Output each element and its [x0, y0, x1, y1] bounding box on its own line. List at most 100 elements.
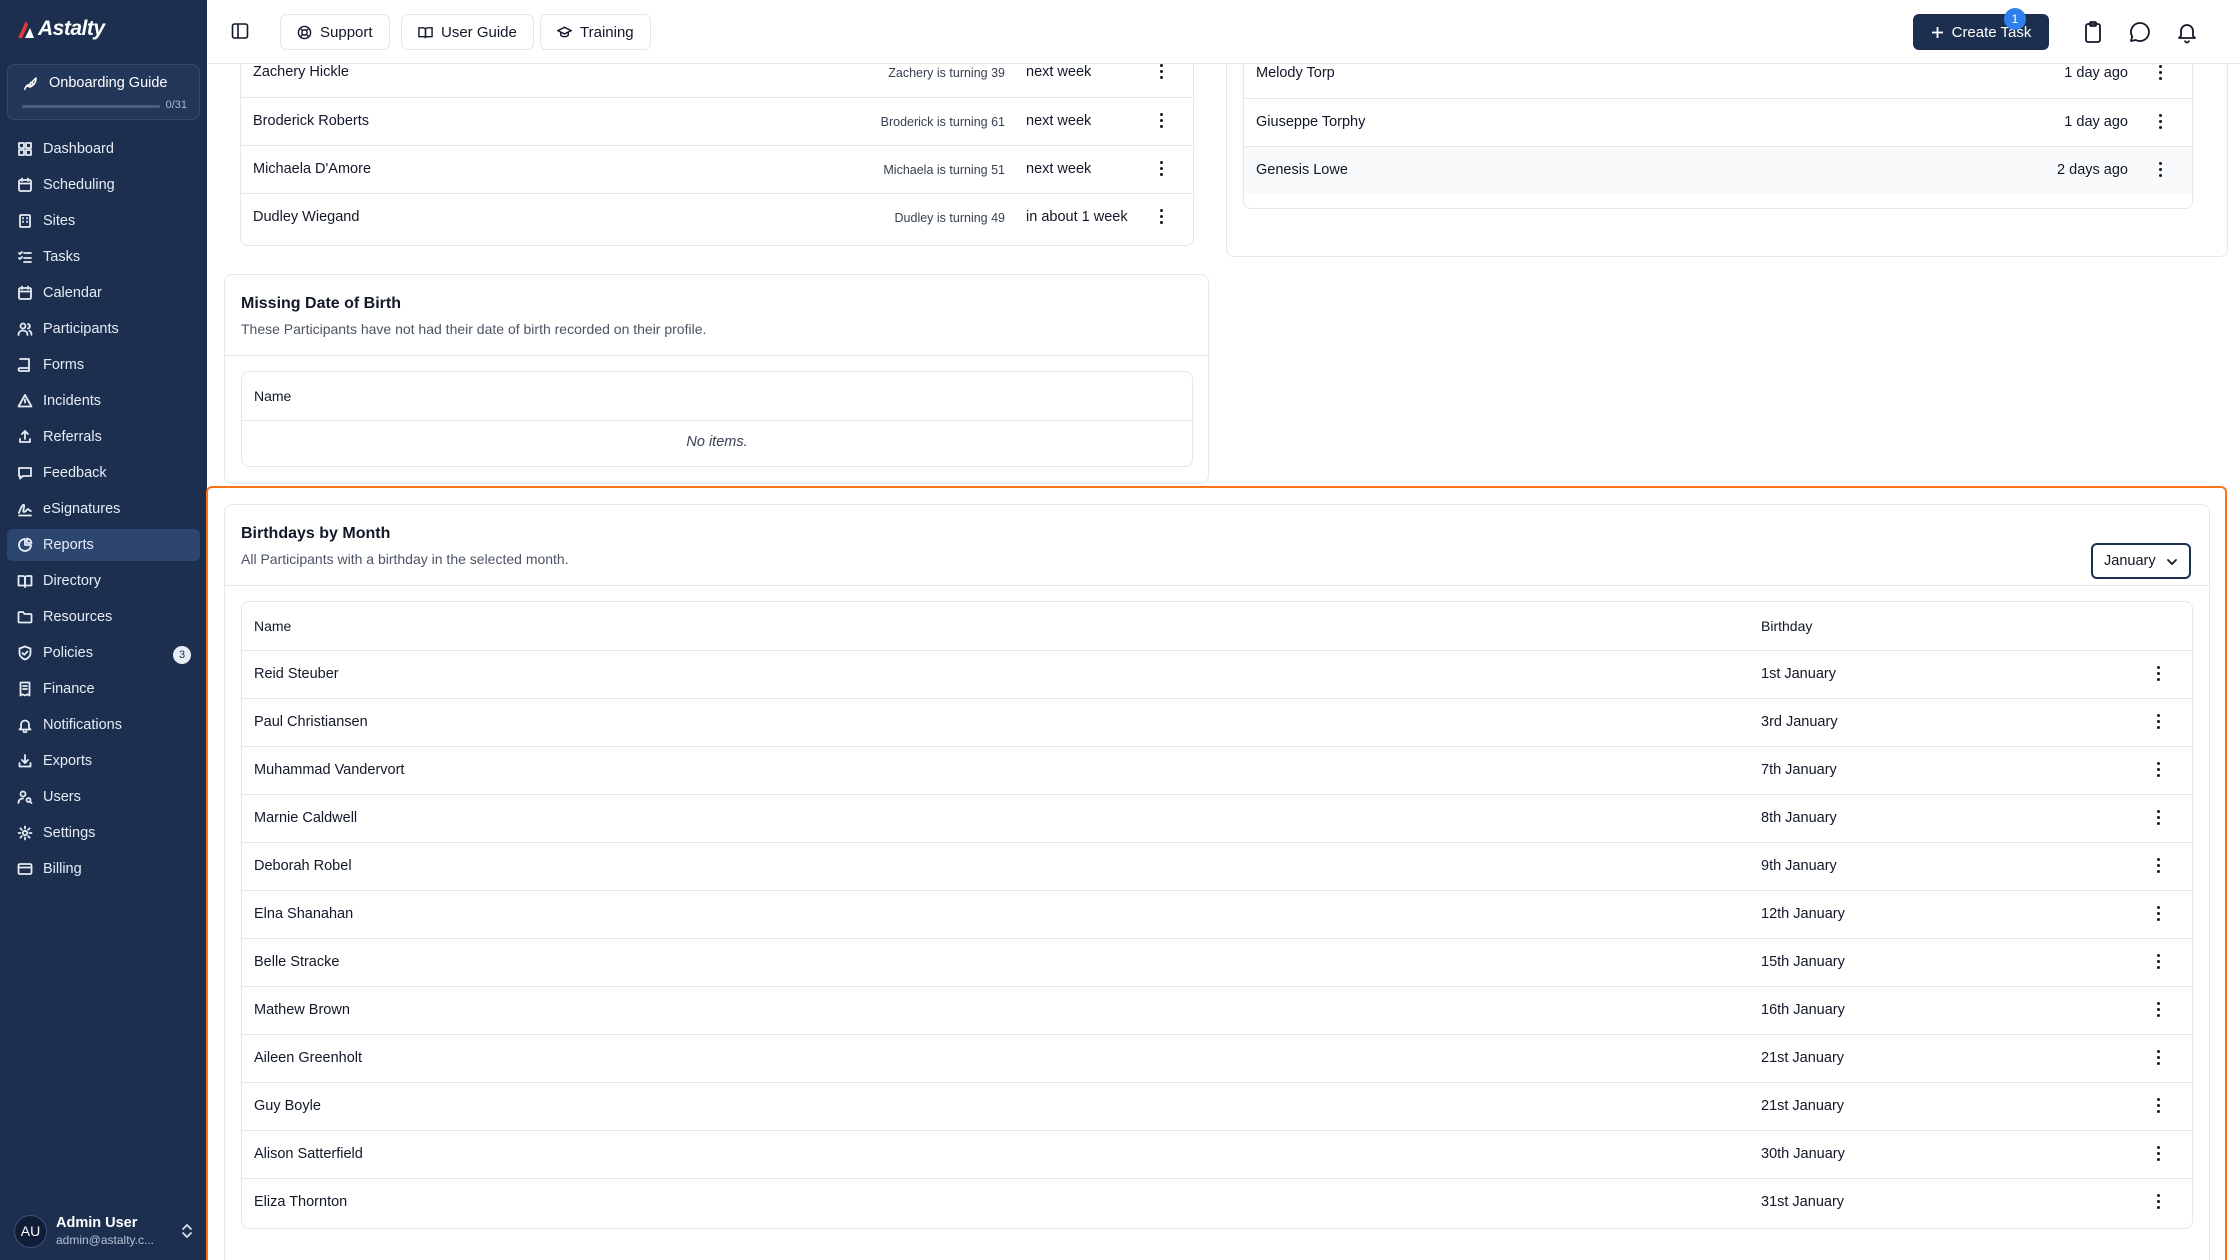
- table-row[interactable]: Marnie Caldwell 8th January: [242, 794, 2192, 842]
- support-label: Support: [320, 23, 373, 41]
- credit-card-icon: [17, 863, 33, 875]
- sidebar-item-forms[interactable]: Forms: [7, 349, 200, 381]
- sidebar-item-incidents[interactable]: Incidents: [7, 385, 200, 417]
- sidebar-item-resources[interactable]: Resources: [7, 601, 200, 633]
- table-row[interactable]: Giuseppe Torphy 1 day ago: [1244, 98, 2192, 146]
- table-row[interactable]: Paul Christiansen 3rd January: [242, 698, 2192, 746]
- bell-icon[interactable]: [2175, 20, 2199, 44]
- users-icon: [17, 322, 33, 336]
- participant-name: Mathew Brown: [254, 1002, 350, 1018]
- sidebar-item-esignatures[interactable]: eSignatures: [7, 493, 200, 525]
- topbar: Support User Guide Training Create Task …: [207, 0, 2240, 64]
- table-row[interactable]: Dudley Wiegand Dudley is turning 49 in abo…: [241, 193, 1193, 241]
- sidebar-item-users[interactable]: Users: [7, 781, 200, 813]
- row-actions-icon[interactable]: [2156, 1050, 2160, 1066]
- clipboard-icon[interactable]: [2081, 20, 2105, 44]
- sidebar-item-tasks[interactable]: Tasks: [7, 241, 200, 273]
- row-actions-icon[interactable]: [2156, 810, 2160, 826]
- birthday-date: 8th January: [1761, 810, 1837, 826]
- row-actions-icon[interactable]: [2156, 906, 2160, 922]
- table-row[interactable]: Mathew Brown 16th January: [242, 986, 2192, 1034]
- sidebar-item-label: Calendar: [43, 285, 102, 301]
- sidebar-item-exports[interactable]: Exports: [7, 745, 200, 777]
- birthdays-by-month-table: Name Birthday Reid Steuber 1st January Pau…: [241, 601, 2193, 1229]
- onboarding-guide[interactable]: Onboarding Guide 0/31: [7, 64, 200, 120]
- sidebar-item-participants[interactable]: Participants: [7, 313, 200, 345]
- row-actions-icon[interactable]: [2156, 954, 2160, 970]
- sidebar-item-scheduling[interactable]: Scheduling: [7, 169, 200, 201]
- participant-name: Broderick Roberts: [253, 113, 370, 129]
- table-row[interactable]: Eliza Thornton 31st January: [242, 1178, 2192, 1226]
- sidebar-toggle-icon[interactable]: [231, 22, 249, 40]
- user-menu[interactable]: AU Admin User admin@astalty.c...: [14, 1212, 194, 1250]
- participant-name: Giuseppe Torphy: [1256, 114, 1366, 130]
- row-actions-icon[interactable]: [1159, 209, 1163, 225]
- sidebar-item-settings[interactable]: Settings: [7, 817, 200, 849]
- row-actions-icon[interactable]: [2156, 1146, 2160, 1162]
- participant-name: Michaela D'Amore: [253, 161, 372, 177]
- sidebar-item-referrals[interactable]: Referrals: [7, 421, 200, 453]
- table-row[interactable]: Muhammad Vandervort 7th January: [242, 746, 2192, 794]
- row-actions-icon[interactable]: [2156, 1002, 2160, 1018]
- row-actions-icon[interactable]: [2156, 762, 2160, 778]
- row-actions-icon[interactable]: [2156, 1098, 2160, 1114]
- row-actions-icon[interactable]: [1159, 161, 1163, 177]
- sidebar-item-dashboard[interactable]: Dashboard: [7, 133, 200, 165]
- astalty-logo-icon: [18, 21, 34, 38]
- row-actions-icon[interactable]: [1159, 113, 1163, 129]
- month-select[interactable]: January: [2091, 543, 2191, 579]
- birthday-date: 30th January: [1761, 1146, 1845, 1162]
- book-open-icon: [418, 26, 433, 38]
- participant-name: Aileen Greenholt: [254, 1050, 363, 1066]
- row-actions-icon[interactable]: [2156, 1194, 2160, 1210]
- sidebar-item-directory[interactable]: Directory: [7, 565, 200, 597]
- row-actions-icon[interactable]: [2158, 114, 2162, 130]
- sidebar-item-sites[interactable]: Sites: [7, 205, 200, 237]
- chat-icon[interactable]: [2128, 20, 2152, 44]
- training-button[interactable]: Training: [540, 14, 651, 50]
- table-row[interactable]: Melody Torp 1 day ago: [1244, 64, 2192, 98]
- sidebar-item-feedback[interactable]: Feedback: [7, 457, 200, 489]
- row-actions-icon[interactable]: [2158, 65, 2162, 81]
- book-icon: [17, 358, 30, 372]
- message-square-icon: [18, 467, 32, 480]
- sidebar-item-notifications[interactable]: Notifications: [7, 709, 200, 741]
- main-content: Zachery Hickle Zachery is turning 39 next …: [207, 64, 2240, 1260]
- column-header-name: Name: [254, 618, 292, 634]
- user-guide-button[interactable]: User Guide: [401, 14, 534, 50]
- table-row[interactable]: Elna Shanahan 12th January: [242, 890, 2192, 938]
- table-row[interactable]: Alison Satterfield 30th January: [242, 1130, 2192, 1178]
- row-actions-icon[interactable]: [2156, 666, 2160, 682]
- table-row[interactable]: Deborah Robel 9th January: [242, 842, 2192, 890]
- signature-icon: [18, 503, 32, 517]
- sidebar-item-finance[interactable]: Finance: [7, 673, 200, 705]
- row-actions-icon[interactable]: [1159, 64, 1163, 80]
- create-task-button[interactable]: Create Task: [1913, 14, 2049, 50]
- table-row[interactable]: Michaela D'Amore Michaela is turning 51 ne…: [241, 145, 1193, 193]
- sidebar-item-calendar[interactable]: Calendar: [7, 277, 200, 309]
- brand-logo[interactable]: Astalty: [16, 16, 105, 42]
- table-row[interactable]: Belle Stracke 15th January: [242, 938, 2192, 986]
- folder-icon: [17, 611, 33, 624]
- sidebar-item-policies[interactable]: Policies 3: [7, 637, 200, 669]
- table-row[interactable]: Broderick Roberts Broderick is turning 61…: [241, 97, 1193, 145]
- support-button[interactable]: Support: [280, 14, 390, 50]
- participant-name: Belle Stracke: [254, 954, 340, 970]
- sidebar-item-label: Settings: [43, 825, 96, 841]
- sidebar-item-label: Exports: [43, 753, 93, 769]
- birthday-when: 2 days ago: [2057, 162, 2128, 178]
- sidebar-item-label: Billing: [43, 861, 82, 877]
- birthday-date: 21st January: [1761, 1050, 1845, 1066]
- sidebar-item-label: Directory: [43, 573, 102, 589]
- table-row[interactable]: Reid Steuber 1st January: [242, 650, 2192, 698]
- sidebar-item-billing[interactable]: Billing: [7, 853, 200, 885]
- table-row[interactable]: Zachery Hickle Zachery is turning 39 next …: [241, 64, 1193, 97]
- table-row[interactable]: Aileen Greenholt 21st January: [242, 1034, 2192, 1082]
- table-row[interactable]: Guy Boyle 21st January: [242, 1082, 2192, 1130]
- row-actions-icon[interactable]: [2158, 162, 2162, 178]
- sidebar-item-reports[interactable]: Reports: [7, 529, 200, 561]
- row-actions-icon[interactable]: [2156, 858, 2160, 874]
- table-row[interactable]: Genesis Lowe 2 days ago: [1244, 146, 2192, 194]
- row-actions-icon[interactable]: [2156, 714, 2160, 730]
- receipt-icon: [19, 681, 31, 697]
